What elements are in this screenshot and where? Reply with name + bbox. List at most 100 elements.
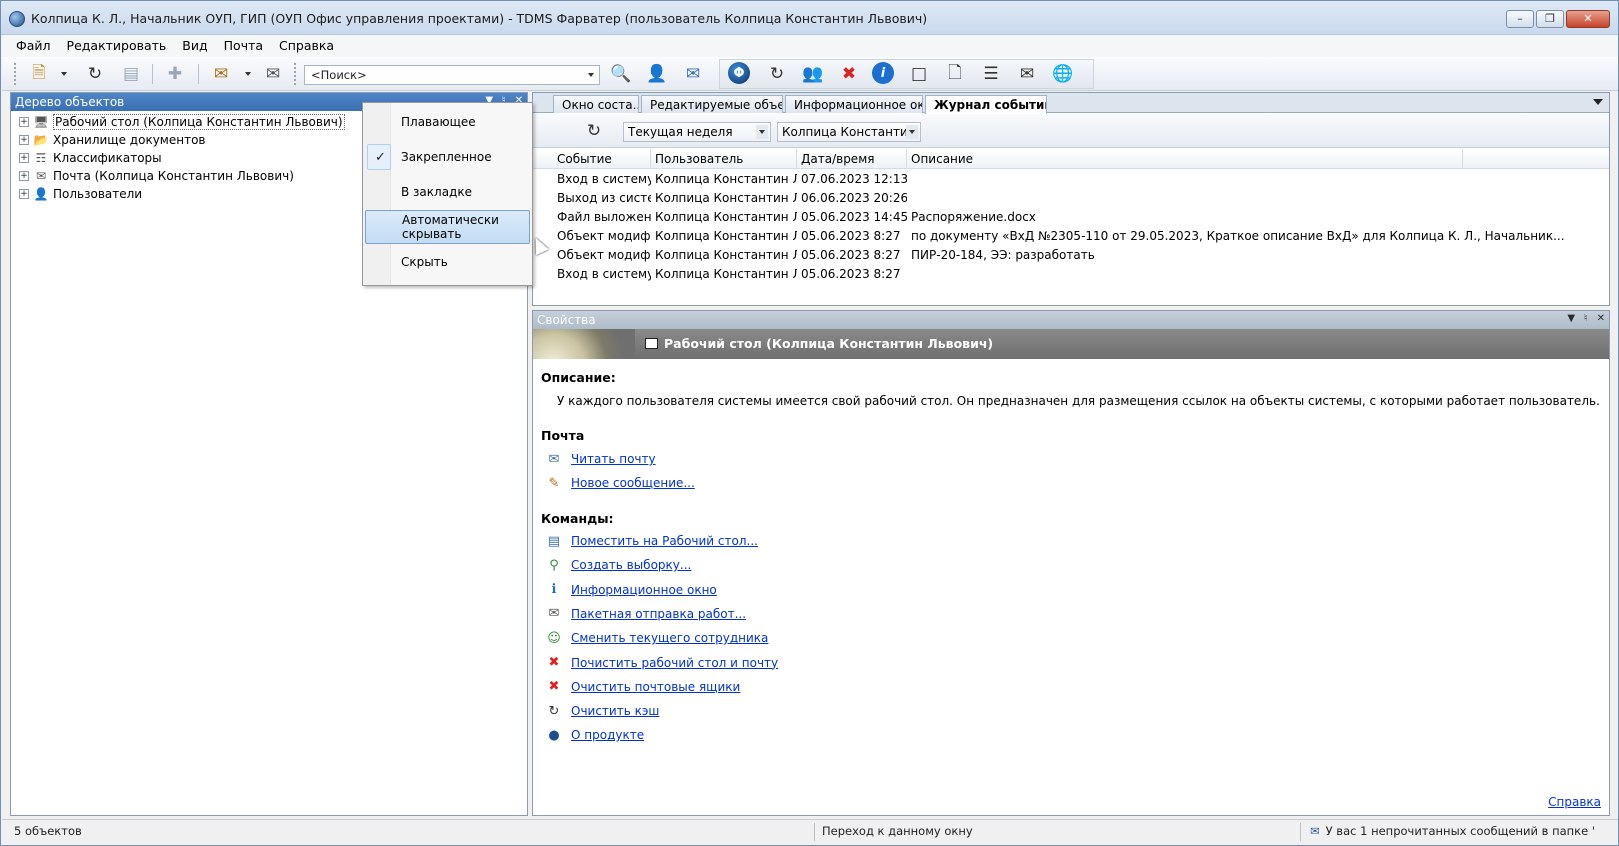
pane-close-icon[interactable]: ✕ xyxy=(1597,313,1605,324)
maximize-button[interactable]: ❐ xyxy=(1536,10,1564,28)
toolbar-grip[interactable] xyxy=(14,63,18,85)
tab-status-window[interactable]: Окно соста... xyxy=(553,95,639,113)
table-row[interactable]: Файл выложен... Колпица Константин Ль... 0… xyxy=(533,207,1609,226)
product-logo-icon[interactable]: Φ xyxy=(728,62,750,84)
command-link[interactable]: Новое сообщение... xyxy=(571,476,695,490)
search-doc-icon[interactable]: 🔍 xyxy=(608,62,634,86)
table-row[interactable]: Вход в систему Колпица Константин Ль... 05… xyxy=(533,264,1609,283)
new-object-icon[interactable]: 🗎 xyxy=(26,62,52,86)
cleanup-icon[interactable]: ✖ xyxy=(836,62,862,86)
cell-description: ПИР-20-184, ЭЭ: разработать xyxy=(911,248,1095,262)
menu-view[interactable]: Вид xyxy=(174,35,215,57)
pin-icon[interactable]: ♮ xyxy=(1584,313,1588,324)
link-row[interactable]: ☺ Сменить текущего сотрудника xyxy=(545,628,768,648)
menu-item[interactable]: Скрыть xyxy=(365,245,530,279)
comment-icon[interactable]: ☰ xyxy=(978,62,1004,86)
search-dropdown-icon[interactable] xyxy=(585,68,597,82)
description-heading: Описание: xyxy=(541,370,616,385)
mailbox-icon[interactable]: ✉ xyxy=(1014,62,1040,86)
tab-list-dropdown-icon[interactable] xyxy=(1593,99,1603,105)
globe-icon[interactable]: 🌐 xyxy=(1050,62,1076,86)
command-link[interactable]: О продукте xyxy=(571,728,644,742)
cell-event: Объект модиф... xyxy=(557,229,651,243)
find-user-icon[interactable]: 👤 xyxy=(644,62,670,86)
users-icon: 👤 xyxy=(33,187,49,201)
command-link[interactable]: Поместить на Рабочий стол... xyxy=(571,534,758,548)
link-row[interactable]: ✖ Очистить почтовые ящики xyxy=(545,677,741,697)
tab-edited-objects[interactable]: Редактируемые объекты xyxy=(641,95,783,113)
menu-item[interactable]: В закладке xyxy=(365,175,530,209)
refresh-icon[interactable]: ↻ xyxy=(82,62,108,86)
properties-header[interactable]: Свойства ▼ ♮ ✕ xyxy=(533,311,1609,329)
send-mail-icon[interactable]: ✉ xyxy=(260,62,286,86)
info-icon[interactable]: i xyxy=(872,62,894,84)
link-row[interactable]: ℹ Информационное окно xyxy=(545,580,717,600)
expand-icon[interactable]: + xyxy=(19,153,29,163)
link-row[interactable]: ✖ Почистить рабочий стол и почту xyxy=(545,653,779,673)
link-row[interactable]: ✎ Новое сообщение... xyxy=(545,473,695,493)
minimize-button[interactable]: – xyxy=(1506,10,1534,28)
column-header-datetime[interactable]: Дата/время xyxy=(797,149,907,168)
column-header-event[interactable]: Событие xyxy=(553,149,651,168)
close-button[interactable]: ✕ xyxy=(1566,10,1610,28)
mail-check-icon[interactable]: ✉ xyxy=(680,62,706,86)
command-link[interactable]: Очистить кэш xyxy=(571,704,659,718)
period-filter-select[interactable]: Текущая неделя xyxy=(623,122,771,142)
object-banner: Рабочий стол (Колпица Константин Львович… xyxy=(533,329,1609,359)
menu-item[interactable]: ✓ Закрепленное xyxy=(365,140,530,174)
search-input-value: <Поиск> xyxy=(311,68,367,82)
column-header-description[interactable]: Описание xyxy=(907,149,1463,168)
command-link[interactable]: Пакетная отправка работ... xyxy=(571,607,746,621)
table-row[interactable]: Объект модиф... Колпица Константин Ль... 0… xyxy=(533,226,1609,245)
table-row[interactable]: Выход из систе... Колпица Константин Ль..… xyxy=(533,188,1609,207)
view-icon[interactable]: ▤ xyxy=(118,62,144,86)
command-link[interactable]: Почистить рабочий стол и почту xyxy=(571,656,778,670)
expand-icon[interactable]: + xyxy=(19,189,29,199)
menu-item[interactable]: Плавающее xyxy=(365,105,530,139)
add-icon[interactable]: ✚ xyxy=(162,62,188,86)
compose-dropdown-icon[interactable] xyxy=(245,72,251,76)
command-link[interactable]: Создать выборку... xyxy=(571,558,691,572)
search-input[interactable]: <Поиск> xyxy=(304,65,600,85)
link-row[interactable]: ⚲ Создать выборку... xyxy=(545,555,691,575)
pane-menu-icon[interactable]: ▼ xyxy=(1567,313,1575,324)
properties-pane: Свойства ▼ ♮ ✕ Рабочий стол (Колпица Кон… xyxy=(532,310,1610,816)
expand-icon[interactable]: + xyxy=(19,171,29,181)
tab-event-journal[interactable]: Журнал событий✕ xyxy=(925,95,1047,114)
menu-help[interactable]: Справка xyxy=(271,35,342,57)
link-row[interactable]: ● О продукте xyxy=(545,725,644,745)
command-link[interactable]: Читать почту xyxy=(571,452,656,466)
new-object-dropdown-icon[interactable] xyxy=(61,72,67,76)
table-row[interactable]: Вход в систему Колпица Константин Ль... 07… xyxy=(533,169,1609,188)
expand-icon[interactable]: + xyxy=(19,135,29,145)
menu-file[interactable]: Файл xyxy=(8,35,59,57)
link-row[interactable]: ▤ Поместить на Рабочий стол... xyxy=(545,531,758,551)
expand-icon[interactable]: + xyxy=(19,117,29,127)
bookmark-icon[interactable]: □ xyxy=(906,62,932,86)
link-row[interactable]: ↻ Очистить кэш xyxy=(545,701,660,721)
command-link[interactable]: Сменить текущего сотрудника xyxy=(571,631,768,645)
reload-icon[interactable]: ↻ xyxy=(764,62,790,86)
refresh-icon[interactable]: ↻ xyxy=(581,119,607,143)
menu-edit[interactable]: Редактировать xyxy=(59,35,175,57)
table-row[interactable]: Объект модиф... Колпица Константин Ль... 0… xyxy=(533,245,1609,264)
command-link[interactable]: Информационное окно xyxy=(571,583,717,597)
command-link[interactable]: Очистить почтовые ящики xyxy=(571,680,740,694)
help-link[interactable]: Справка xyxy=(1548,795,1601,809)
menu-mail[interactable]: Почта xyxy=(216,35,271,57)
document-icon[interactable]: 🗋 xyxy=(942,62,968,86)
classifier-icon: ☶ xyxy=(35,151,47,165)
cell-user: Колпица Константин Ль... xyxy=(655,172,797,186)
tab-info-window[interactable]: Информационное окно xyxy=(785,95,923,113)
menu-item[interactable]: Автоматически скрывать xyxy=(365,210,530,244)
compose-mail-icon[interactable]: ✉ xyxy=(208,62,234,86)
cell-datetime: 05.06.2023 8:27 xyxy=(801,248,901,262)
user-filter-select[interactable]: Колпица Константин Ль xyxy=(777,122,921,142)
batch-send-icon: ✉ xyxy=(548,606,560,622)
column-header-user[interactable]: Пользователь xyxy=(651,149,797,168)
link-row[interactable]: ✉ Читать почту xyxy=(545,449,656,469)
link-row[interactable]: ✉ Пакетная отправка работ... xyxy=(545,604,746,624)
users-sync-icon[interactable]: 👥 xyxy=(800,62,826,86)
cell-description xyxy=(907,264,1607,283)
mail-notice[interactable]: ✉ У вас 1 непрочитанных сообщений в папке… xyxy=(1310,824,1595,838)
